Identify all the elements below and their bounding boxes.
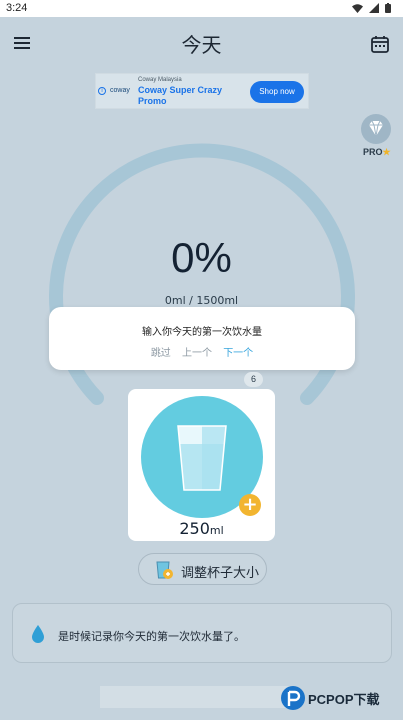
add-water-button[interactable]: + 250ml bbox=[128, 389, 275, 541]
calendar-icon[interactable] bbox=[369, 33, 391, 55]
tooltip-message: 输入你今天的第一次饮水量 bbox=[142, 327, 262, 338]
watermark: PCPOP下载 bbox=[280, 684, 402, 716]
reminder-card: 是时候记录你今天的第一次饮水量了。 bbox=[12, 603, 392, 663]
battery-icon bbox=[385, 3, 391, 13]
progress-percent: 0% bbox=[171, 234, 232, 281]
previous-button[interactable]: 上一个 bbox=[182, 344, 212, 359]
signal-icon bbox=[369, 3, 379, 13]
cup-size-unit: ml bbox=[209, 524, 224, 537]
onboarding-tooltip: 输入你今天的第一次饮水量 跳过 上一个 下一个 bbox=[49, 307, 355, 370]
ad-headline[interactable]: Coway Super Crazy Promo bbox=[138, 85, 234, 107]
tooltip-actions: 跳过 上一个 下一个 bbox=[49, 344, 355, 359]
cup-circle: + bbox=[141, 396, 263, 518]
bottom-banner-placeholder bbox=[100, 686, 290, 708]
ad-source: Coway Malaysia bbox=[138, 77, 182, 83]
reminder-text: 是时候记录你今天的第一次饮水量了。 bbox=[58, 630, 245, 643]
ad-banner[interactable]: i coway Coway Malaysia Coway Super Crazy… bbox=[95, 73, 309, 109]
cup-size-value: 250 bbox=[179, 519, 210, 538]
plus-icon: + bbox=[239, 494, 261, 516]
resize-cup-label: 调整杯子大小 bbox=[181, 566, 260, 581]
ad-brand-logo: coway bbox=[110, 87, 130, 94]
ad-shop-now-button[interactable]: Shop now bbox=[250, 81, 304, 103]
resize-cup-button[interactable]: 调整杯子大小 bbox=[138, 553, 267, 585]
skip-button[interactable]: 跳过 bbox=[151, 344, 171, 359]
watermark-logo-icon bbox=[281, 686, 305, 710]
app-bar: 今天 bbox=[0, 17, 403, 69]
next-button[interactable]: 下一个 bbox=[223, 344, 253, 359]
progress-amount: 0ml / 1500ml bbox=[164, 294, 239, 307]
status-bar: 3:24 bbox=[0, 0, 403, 17]
pro-star-icon: ★ bbox=[382, 147, 391, 157]
status-time: 3:24 bbox=[6, 2, 28, 14]
page-title: 今天 bbox=[181, 33, 222, 57]
water-drop-icon bbox=[32, 625, 44, 643]
ad-info-icon[interactable]: i bbox=[98, 87, 106, 95]
cup-switch-icon bbox=[156, 561, 173, 579]
status-icons bbox=[352, 3, 391, 13]
cup-count-badge: 6 bbox=[244, 372, 263, 387]
watermark-text: PCPOP下载 bbox=[308, 692, 380, 707]
wifi-icon bbox=[352, 3, 363, 13]
